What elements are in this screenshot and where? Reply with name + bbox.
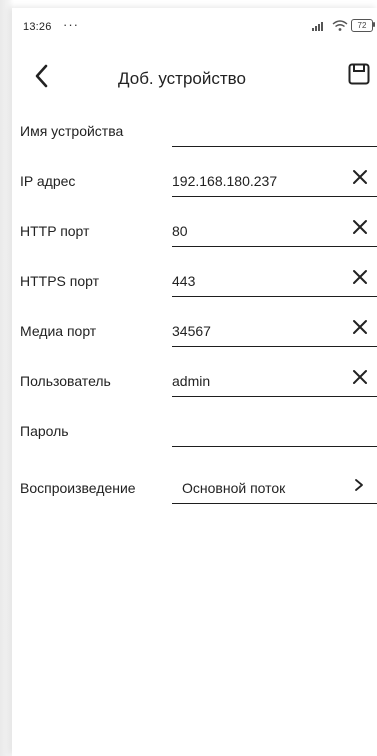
form-row-media-port: Медиа порт 34567 <box>12 309 377 359</box>
close-icon <box>353 270 367 284</box>
ip-address-value: 192.168.180.237 <box>172 173 278 189</box>
media-port-label: Медиа порт <box>20 323 97 339</box>
https-port-field[interactable]: 443 <box>172 259 377 297</box>
media-port-field[interactable]: 34567 <box>172 309 377 347</box>
status-icons: 72 <box>297 18 377 34</box>
https-port-label: HTTPS порт <box>20 273 100 289</box>
app-header: Доб. устройство <box>12 56 377 100</box>
device-name-field[interactable] <box>172 109 377 147</box>
chevron-right-icon <box>355 479 363 491</box>
playback-select[interactable]: Основной поток <box>172 466 377 504</box>
wifi-icon <box>332 20 348 31</box>
status-time: 13:26 <box>23 21 52 33</box>
clear-username-button[interactable] <box>350 367 370 387</box>
playback-value: Основной поток <box>182 480 286 496</box>
form-row-playback: Воспроизведение Основной поток <box>12 466 377 516</box>
form-row-username: Пользователь admin <box>12 359 377 409</box>
close-icon <box>353 220 367 234</box>
battery-level: 72 <box>357 21 367 30</box>
clear-ip-address-button[interactable] <box>350 167 370 187</box>
media-port-value: 34567 <box>172 323 211 339</box>
username-label: Пользователь <box>20 373 111 389</box>
username-field[interactable]: admin <box>172 359 377 397</box>
password-label: Пароль <box>20 423 69 439</box>
save-button[interactable] <box>347 62 371 86</box>
form-row-https-port: HTTPS порт 443 <box>12 259 377 309</box>
http-port-field[interactable]: 80 <box>172 209 377 247</box>
clear-https-port-button[interactable] <box>350 267 370 287</box>
close-icon <box>353 370 367 384</box>
playback-label: Воспроизведение <box>20 480 136 496</box>
notification-dots: ··· <box>63 17 79 32</box>
form-row-password: Пароль <box>12 409 377 459</box>
close-icon <box>353 320 367 334</box>
form-row-http-port: HTTP порт 80 <box>12 209 377 259</box>
http-port-value: 80 <box>172 223 188 239</box>
password-field[interactable] <box>172 409 377 447</box>
page-title: Доб. устройство <box>118 69 246 88</box>
status-bar: 13:26 ··· 72 <box>12 8 377 36</box>
ip-address-field[interactable]: 192.168.180.237 <box>172 159 377 197</box>
username-value: admin <box>172 373 211 389</box>
form-row-ip-address: IP адрес 192.168.180.237 <box>12 159 377 209</box>
app-frame: 13:26 ··· 72 Доб. устройство Имя устройс… <box>0 0 377 756</box>
battery-icon: 72 <box>351 19 373 32</box>
clear-http-port-button[interactable] <box>350 217 370 237</box>
battery-tip <box>373 22 375 27</box>
http-port-label: HTTP порт <box>20 223 90 239</box>
ip-address-label: IP адрес <box>20 173 76 189</box>
phone-screen: 13:26 ··· 72 Доб. устройство Имя устройс… <box>12 8 377 756</box>
clear-media-port-button[interactable] <box>350 317 370 337</box>
floppy-disk-icon <box>348 63 370 85</box>
https-port-value: 443 <box>172 273 196 289</box>
form-row-device-name: Имя устройства <box>12 109 377 159</box>
close-icon <box>353 170 367 184</box>
device-name-label: Имя устройства <box>20 123 124 139</box>
